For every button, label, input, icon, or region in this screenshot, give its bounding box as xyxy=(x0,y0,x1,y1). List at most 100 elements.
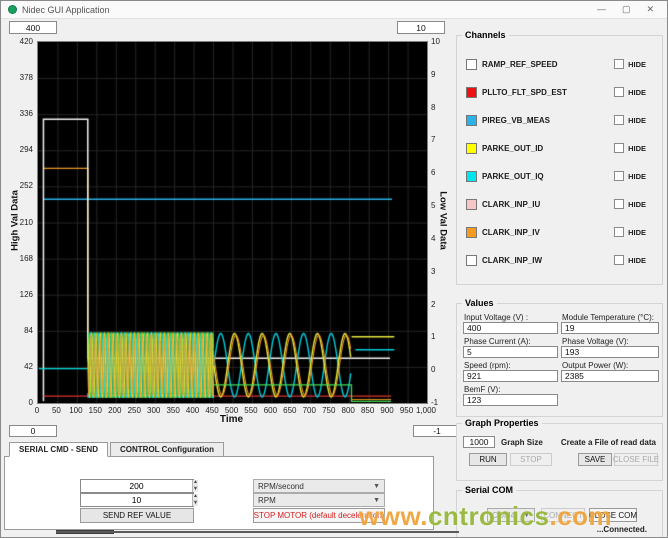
y-right-max-input[interactable] xyxy=(397,21,445,34)
axis-tick-label: 42 xyxy=(24,361,33,371)
file-of-read-data-label: Create a File of read data xyxy=(560,438,656,447)
channels-group: Channels RAMP_REF_SPEED HIDE PLLTO_FLT_S… xyxy=(456,30,663,285)
step-value-input[interactable] xyxy=(81,494,192,506)
graph-properties-group: Graph Properties Graph Size Create a Fil… xyxy=(456,418,663,481)
com-port-dropdown[interactable]: COM4 ▼ xyxy=(487,508,535,522)
hide-checkbox[interactable] xyxy=(614,115,625,125)
input-voltage-label: Input Voltage (V) : xyxy=(464,313,529,322)
axis-tick-label: 0 xyxy=(431,365,436,375)
bemf-label: BemF (V): xyxy=(464,385,501,394)
speed-field[interactable] xyxy=(463,370,558,382)
axis-tick-label: 8 xyxy=(431,102,436,112)
axis-tick-label: 420 xyxy=(19,37,33,46)
values-title: Values xyxy=(462,298,497,308)
hide-label: HIDE xyxy=(628,227,646,237)
phase-current-field[interactable] xyxy=(463,346,558,358)
unit-rpm-second-dropdown[interactable]: RPM/second ▼ xyxy=(253,479,385,493)
hide-checkbox[interactable] xyxy=(614,227,625,237)
y-left-min-input[interactable] xyxy=(9,425,57,437)
unit-rpm-value: RPM xyxy=(258,495,276,505)
axis-tick-label: 84 xyxy=(24,325,33,335)
com-port-value: COM4 xyxy=(492,510,516,520)
unit-rpm-dropdown[interactable]: RPM ▼ xyxy=(253,493,385,507)
channel-label: CLARK_INP_IU xyxy=(482,199,541,209)
channel-color-swatch xyxy=(466,254,477,266)
channel-label: PIREG_VB_MEAS xyxy=(482,115,551,125)
serial-cmd-panel: ▲▼ ▲▼ SEND REF VALUE RPM/second ▼ RPM ▼ ST… xyxy=(4,456,434,530)
chevron-down-icon: ▼ xyxy=(373,496,380,504)
hide-checkbox[interactable] xyxy=(614,143,625,153)
channel-label: PLLTO_FLT_SPD_EST xyxy=(482,87,567,97)
hide-checkbox[interactable] xyxy=(614,199,625,209)
axis-tick-label: 1 xyxy=(431,332,436,342)
axis-tick-label: 126 xyxy=(19,289,33,299)
speed-label: Speed (rpm): xyxy=(464,361,511,370)
hide-checkbox[interactable] xyxy=(614,255,625,265)
x-axis-label: Time xyxy=(219,414,244,425)
close-com-button[interactable]: CLOSE COM xyxy=(589,508,637,522)
hide-label: HIDE xyxy=(628,87,646,97)
graph-properties-title: Graph Properties xyxy=(462,418,542,428)
unit-rpm-second-value: RPM/second xyxy=(258,481,304,491)
hide-checkbox[interactable] xyxy=(614,171,625,181)
y-axis-left-label: High Val Data xyxy=(9,190,21,251)
spin-down-icon[interactable]: ▼ xyxy=(193,486,198,492)
channel-color-swatch xyxy=(466,114,477,126)
stop-motor-button[interactable]: STOP MOTOR (default deceleration) xyxy=(253,508,385,523)
phase-voltage-label: Phase Voltage (V): xyxy=(562,337,629,346)
phase-voltage-field[interactable] xyxy=(561,346,659,358)
axis-tick-label: 294 xyxy=(19,145,33,155)
ref-value-stepper[interactable]: ▲▼ xyxy=(80,479,198,493)
channel-color-swatch xyxy=(466,142,477,154)
send-ref-value-button[interactable]: SEND REF VALUE xyxy=(80,508,194,523)
axis-tick-label: 336 xyxy=(19,109,33,119)
input-voltage-field[interactable] xyxy=(463,322,558,334)
axis-tick-label: 10 xyxy=(431,37,440,46)
ref-value-input[interactable] xyxy=(81,480,192,492)
step-value-stepper[interactable]: ▲▼ xyxy=(80,493,198,507)
hide-label: HIDE xyxy=(628,199,646,209)
bemf-field[interactable] xyxy=(463,394,558,406)
close-icon[interactable]: ✕ xyxy=(646,4,654,15)
save-button[interactable]: SAVE xyxy=(578,453,612,466)
y-axis-right-label: Low Val Data xyxy=(437,191,449,250)
hide-checkbox[interactable] xyxy=(614,87,625,97)
channel-color-swatch xyxy=(466,170,477,182)
axis-tick-label: 7 xyxy=(431,135,436,145)
close-file-button[interactable]: CLOSE FILE xyxy=(613,453,659,466)
axis-tick-label: 9 xyxy=(431,69,436,79)
channel-color-swatch xyxy=(466,198,477,210)
maximize-icon[interactable]: ▢ xyxy=(622,4,631,15)
graph-size-input[interactable] xyxy=(463,436,495,448)
hide-label: HIDE xyxy=(628,171,646,181)
channels-title: Channels xyxy=(462,30,509,40)
spin-down-icon[interactable]: ▼ xyxy=(193,500,198,506)
app-window: Nidec GUI Application — ▢ ✕ 420378336294… xyxy=(0,0,668,538)
output-power-field[interactable] xyxy=(561,370,659,382)
hide-label: HIDE xyxy=(628,143,646,153)
axis-tick-label: 378 xyxy=(19,73,33,83)
channel-label: CLARK_INP_IW xyxy=(482,255,543,265)
chevron-down-icon: ▼ xyxy=(523,511,530,519)
hide-label: HIDE xyxy=(628,59,646,69)
horizontal-scrollbar[interactable] xyxy=(56,531,459,533)
serial-com-title: Serial COM xyxy=(462,485,517,495)
hide-label: HIDE xyxy=(628,255,646,265)
window-title: Nidec GUI Application xyxy=(22,4,110,15)
tab-control-configuration[interactable]: CONTROL Configuration xyxy=(110,442,225,457)
run-button[interactable]: RUN xyxy=(469,453,507,466)
module-temperature-label: Module Temperature (°C): xyxy=(562,313,654,322)
stop-button[interactable]: STOP xyxy=(510,453,552,466)
output-power-label: Output Power (W): xyxy=(562,361,629,370)
axis-tick-label: 2 xyxy=(431,299,436,309)
waveform-plot xyxy=(37,41,428,404)
y-left-max-input[interactable] xyxy=(9,21,57,34)
y-right-min-input[interactable] xyxy=(413,425,461,437)
hide-checkbox[interactable] xyxy=(614,59,625,69)
module-temperature-field[interactable] xyxy=(561,322,659,334)
connect-button[interactable]: CONNECT xyxy=(541,508,585,522)
channel-color-swatch xyxy=(466,226,477,238)
tab-serial-cmd-send[interactable]: SERIAL CMD - SEND xyxy=(9,442,108,457)
minimize-icon[interactable]: — xyxy=(597,4,606,15)
channel-color-swatch xyxy=(466,86,477,98)
